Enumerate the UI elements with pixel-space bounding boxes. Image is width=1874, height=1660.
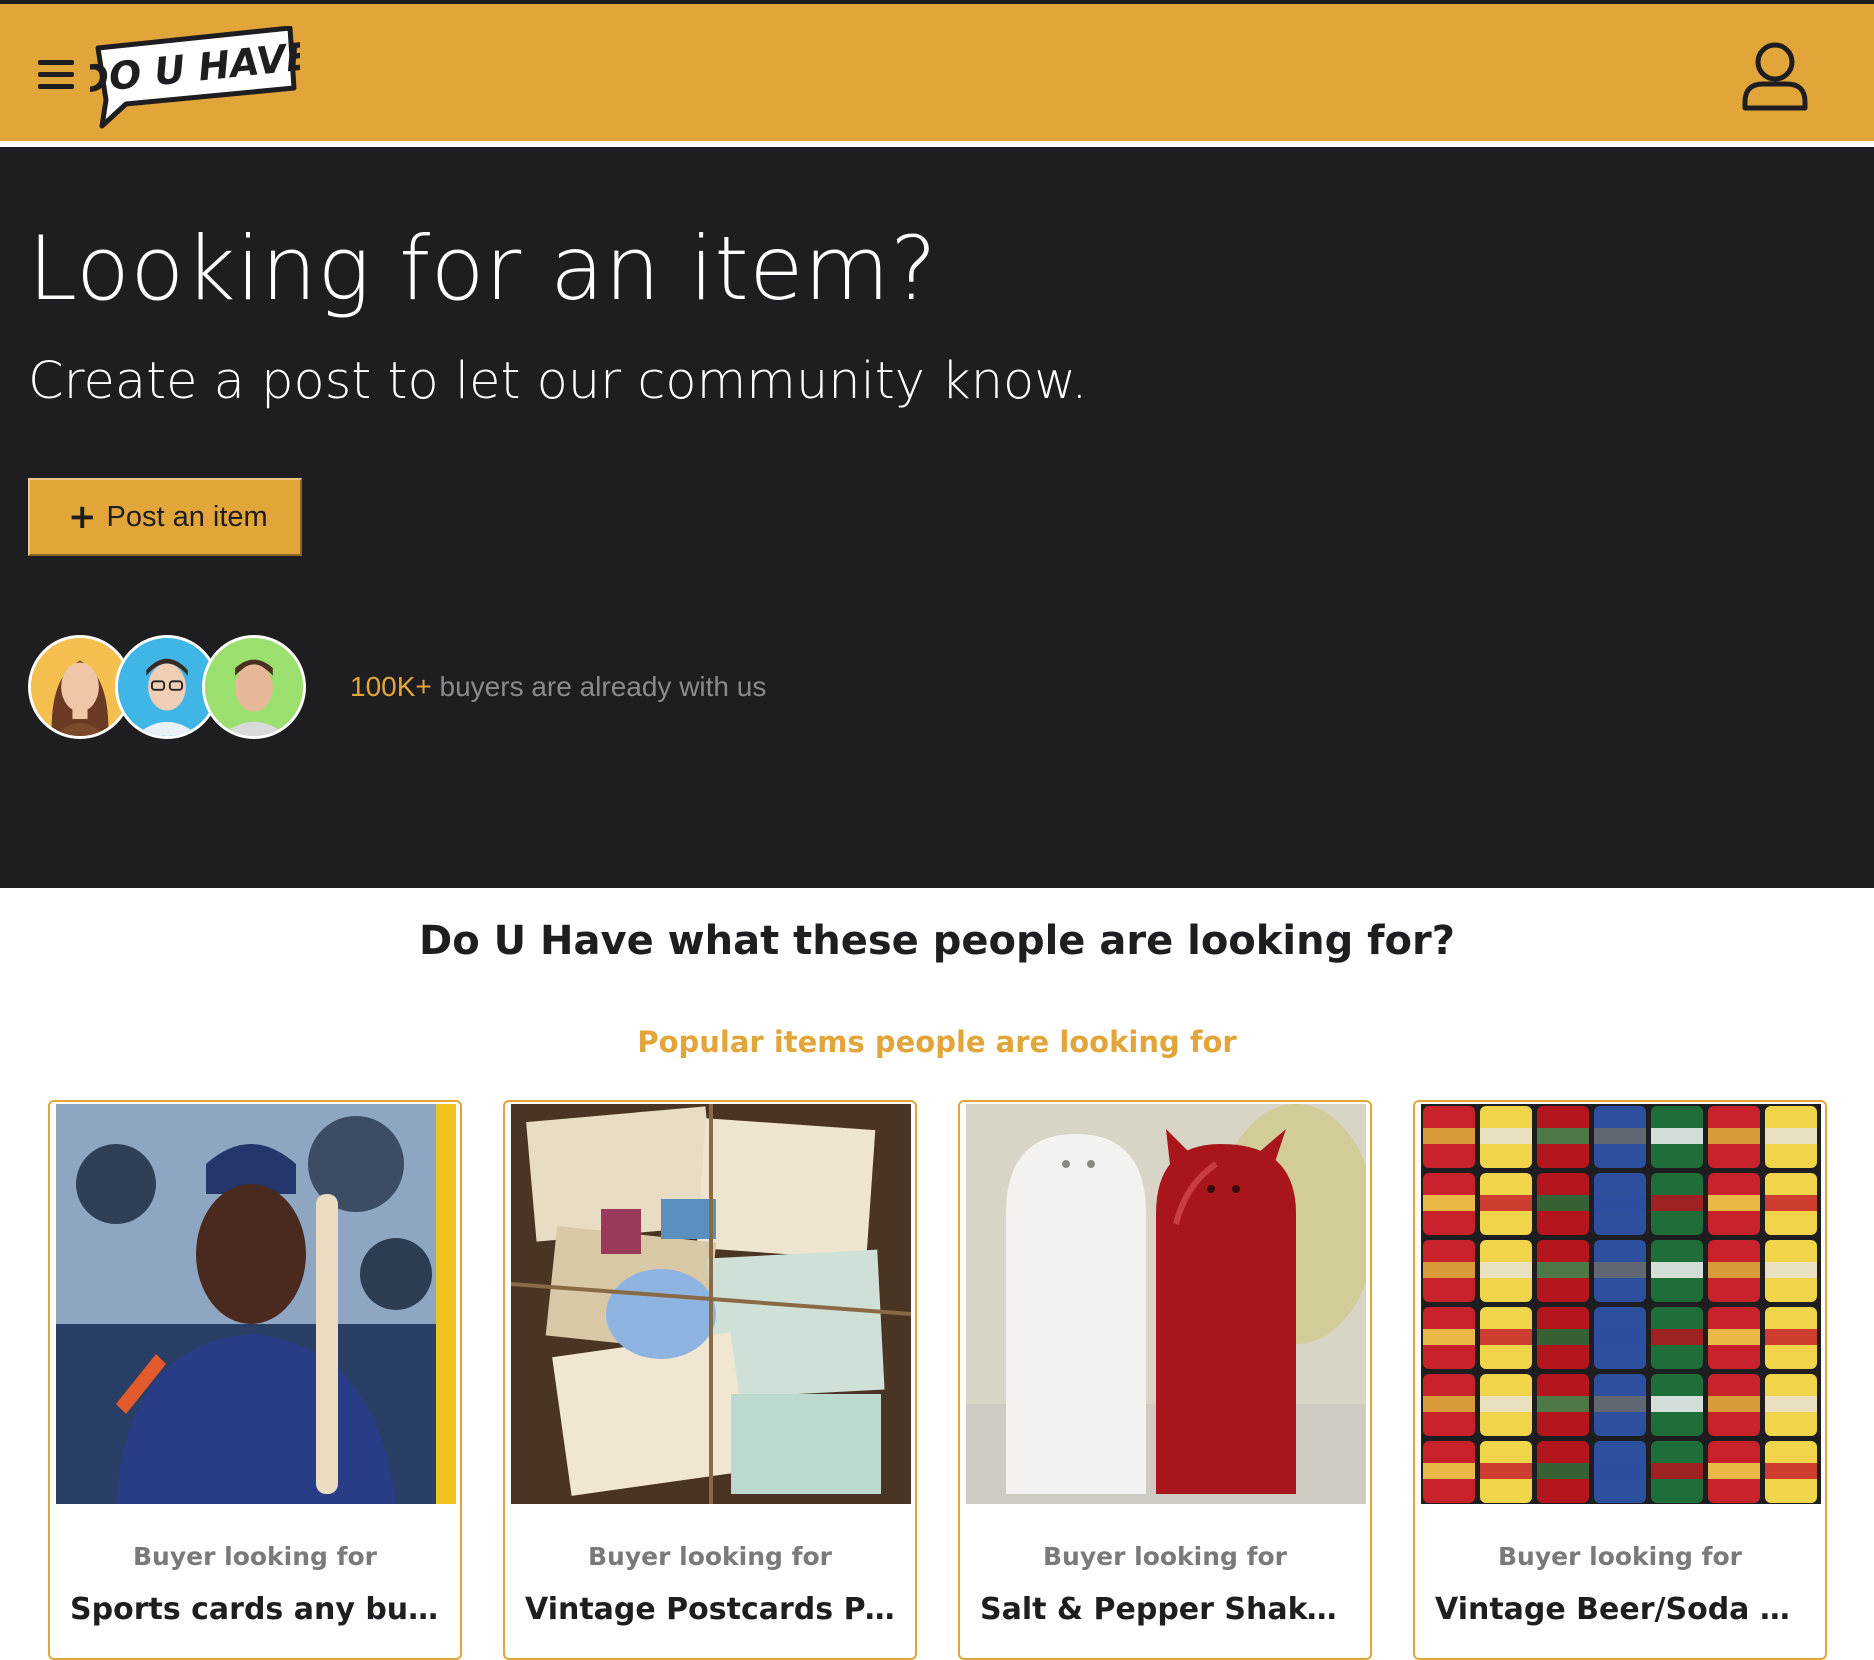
item-card[interactable]: Buyer looking for Vintage Postcards Pap.… xyxy=(503,1100,917,1660)
buyers-text: buyers are already with us xyxy=(431,671,767,702)
card-kicker: Buyer looking for xyxy=(1042,1542,1288,1571)
card-kicker: Buyer looking for xyxy=(132,1542,378,1571)
site-logo[interactable]: DO U HAVE xyxy=(75,25,314,130)
hero-title: Looking for an item? xyxy=(28,217,938,320)
hero-section: Looking for an item? Create a post to le… xyxy=(0,147,1874,888)
avatar xyxy=(202,635,306,739)
item-image xyxy=(56,1104,456,1504)
site-header: DO U HAVE xyxy=(0,4,1874,144)
buyers-count: 100K+ xyxy=(350,671,432,702)
item-image xyxy=(511,1104,911,1504)
card-title[interactable]: Sports cards any buy o... xyxy=(70,1592,442,1627)
item-card[interactable]: Buyer looking for Salt & Pepper Shakers xyxy=(958,1100,1372,1660)
card-kicker: Buyer looking for xyxy=(1497,1542,1743,1571)
post-item-button[interactable]: + Post an item xyxy=(28,478,302,556)
card-title[interactable]: Vintage Postcards Pap... xyxy=(525,1592,897,1627)
card-title[interactable]: Vintage Beer/Soda Ca... xyxy=(1435,1592,1807,1627)
card-kicker: Buyer looking for xyxy=(587,1542,833,1571)
item-card[interactable]: Buyer looking for Sports cards any buy o… xyxy=(48,1100,462,1660)
post-item-button-label: Post an item xyxy=(106,500,268,533)
item-image xyxy=(966,1104,1366,1504)
section-subtitle: Popular items people are looking for xyxy=(637,1025,1237,1059)
card-title[interactable]: Salt & Pepper Shakers xyxy=(980,1592,1352,1627)
buyers-count-text: 100K+ buyers are already with us xyxy=(350,671,766,703)
item-card[interactable]: Buyer looking for Vintage Beer/Soda Ca..… xyxy=(1413,1100,1827,1660)
plus-icon: + xyxy=(68,497,97,537)
hero-subtitle: Create a post to let our community know. xyxy=(28,352,1088,411)
section-title: Do U Have what these people are looking … xyxy=(419,918,1455,964)
hamburger-menu-icon[interactable] xyxy=(38,60,74,92)
user-account-icon[interactable] xyxy=(1740,40,1810,112)
item-image xyxy=(1421,1104,1821,1504)
